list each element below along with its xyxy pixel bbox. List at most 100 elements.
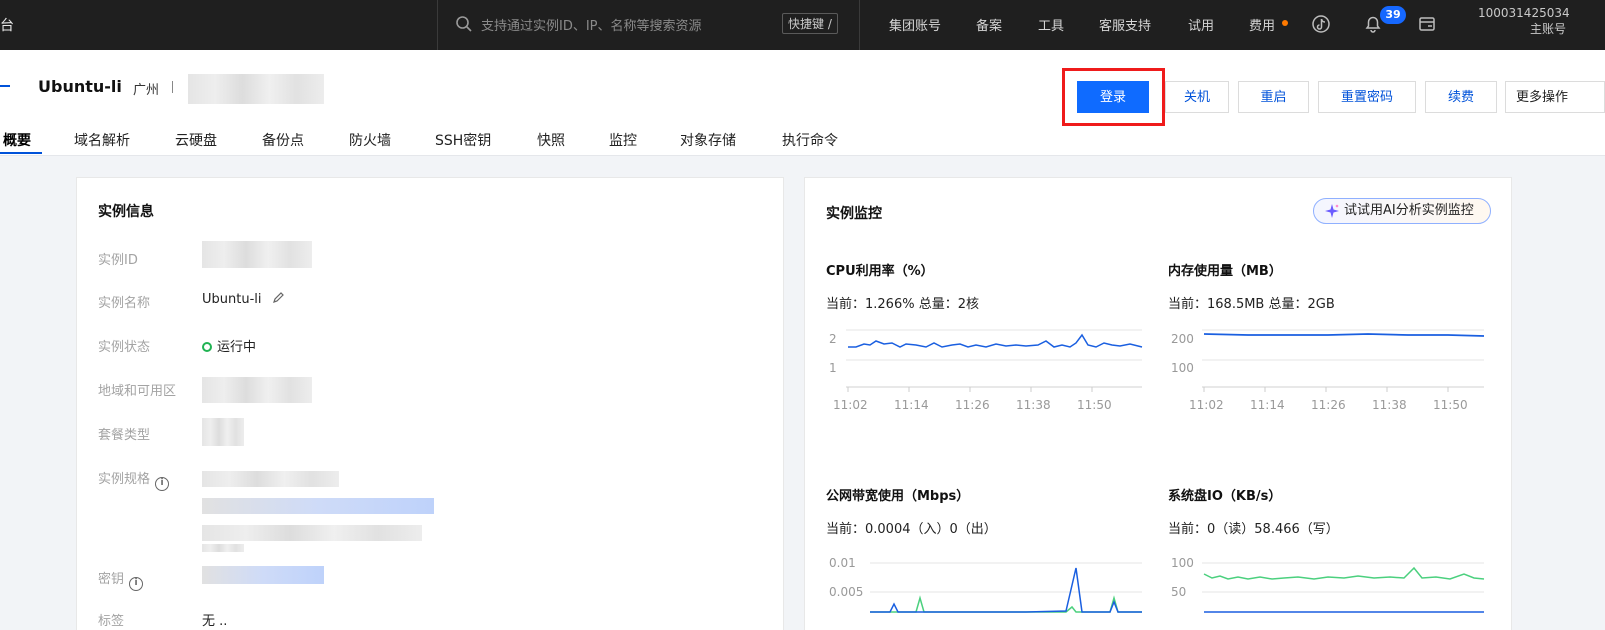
info-icon[interactable]: i (129, 577, 144, 591)
memory-chart[interactable]: 200 100 11:02 11:14 11:26 11:38 11:50 (1168, 323, 1488, 418)
instance-monitor-title: 实例监控 (826, 206, 882, 222)
x-tick-marks (847, 387, 1093, 392)
disk-io-chart-title: 系统盘IO（KB/s） (1168, 489, 1282, 504)
renew-button[interactable]: 续费 (1425, 81, 1497, 113)
bandwidth-chart[interactable]: 0.01 0.005 (826, 550, 1146, 615)
search-input[interactable]: 支持通过实例ID、IP、名称等搜索资源 (481, 15, 702, 34)
back-arrow-icon[interactable] (0, 85, 10, 87)
y-tick: 100 (1171, 361, 1194, 375)
nav-filing[interactable]: 备案 (976, 15, 1002, 34)
cpu-series-line (848, 333, 1143, 348)
label-instance-id: 实例ID (98, 253, 138, 268)
label-plan: 套餐类型 (98, 428, 151, 443)
instance-region: 广州 (133, 83, 160, 98)
label-zone: 地域和可用区 (98, 384, 177, 399)
redacted-zone (202, 377, 312, 403)
x-tick: 11:50 (1077, 398, 1112, 412)
divider (437, 0, 438, 50)
instance-status-value: 运行中 (202, 336, 256, 355)
y-tick: 50 (1171, 585, 1186, 599)
bandwidth-chart-title: 公网带宽使用（Mbps） (826, 489, 970, 504)
y-tick: 200 (1171, 332, 1194, 346)
y-tick: 0.005 (829, 585, 863, 599)
shutdown-button[interactable]: 关机 (1165, 81, 1229, 113)
billing-dot-icon (1282, 20, 1288, 26)
nav-tools[interactable]: 工具 (1038, 15, 1064, 34)
message-center-icon[interactable] (1416, 13, 1438, 35)
divider (859, 0, 860, 50)
tab-run-command[interactable]: 执行命令 (782, 130, 838, 150)
y-tick: 100 (1171, 556, 1194, 570)
memory-current: 当前：168.5MB 总量：2GB (1168, 297, 1335, 312)
edit-icon[interactable] (272, 292, 284, 304)
page-title: Ubuntu-li (38, 77, 122, 96)
x-tick: 11:14 (894, 398, 929, 412)
x-tick-marks (1203, 387, 1449, 392)
instance-monitor-card: 实例监控 试试用AI分析实例监控 CPU利用率（%） 当前：1.266% 总量：… (804, 177, 1512, 630)
tab-snapshot[interactable]: 快照 (537, 130, 565, 150)
tab-firewall[interactable]: 防火墙 (349, 130, 391, 150)
reset-password-button[interactable]: 重置密码 (1318, 81, 1416, 113)
tab-ssh-key[interactable]: SSH密钥 (435, 130, 491, 150)
disk-io-chart[interactable]: 100 50 (1168, 550, 1488, 615)
x-tick: 11:14 (1250, 398, 1285, 412)
y-tick: 2 (829, 332, 837, 346)
redacted-instance-ip (188, 74, 324, 104)
y-tick: 0.01 (829, 556, 856, 570)
x-tick: 11:02 (1189, 398, 1224, 412)
tab-cloud-disk[interactable]: 云硬盘 (175, 130, 217, 150)
tab-object-storage[interactable]: 对象存储 (680, 130, 736, 150)
tab-overview[interactable]: 概要 (3, 130, 31, 150)
running-status-icon (202, 342, 212, 352)
redacted-key (202, 566, 324, 584)
tab-monitoring[interactable]: 监控 (609, 130, 637, 150)
login-highlight-annotation (1062, 68, 1165, 126)
memory-series-line (1203, 333, 1485, 337)
label-spec-text: 实例规格 (98, 472, 151, 487)
shortcut-hint: 快捷键 / (782, 13, 838, 34)
search-icon (456, 16, 472, 32)
instance-header: Ubuntu-li 广州 登录 关机 重启 重置密码 续费 更多操作 概要 域名… (0, 50, 1605, 156)
console-brand[interactable]: 台 (0, 15, 14, 35)
nav-billing[interactable]: 费用 (1249, 15, 1275, 34)
nav-support[interactable]: 客服支持 (1099, 15, 1151, 34)
global-search[interactable]: 支持通过实例ID、IP、名称等搜索资源 快捷键 / (455, 11, 845, 39)
disk-write-line (1203, 566, 1485, 580)
instance-name-value: Ubuntu-li (202, 292, 284, 307)
ai-analysis-button[interactable]: 试试用AI分析实例监控 (1313, 198, 1491, 224)
tab-backup[interactable]: 备份点 (262, 130, 304, 150)
info-icon[interactable]: i (155, 477, 170, 491)
nav-group-account[interactable]: 集团账号 (889, 15, 941, 34)
label-tags: 标签 (98, 614, 125, 629)
redacted-spec-line-3 (202, 525, 422, 541)
cpu-chart[interactable]: 2 1 11:02 11:14 11:26 11:38 11:50 (826, 323, 1146, 418)
redacted-spec-line-2 (202, 498, 434, 514)
ai-analysis-label: 试试用AI分析实例监控 (1344, 203, 1474, 218)
restart-button[interactable]: 重启 (1238, 81, 1309, 113)
x-tick: 11:38 (1372, 398, 1407, 412)
y-tick: 1 (829, 361, 837, 375)
memory-chart-title: 内存使用量（MB） (1168, 264, 1282, 279)
disk-io-current: 当前：0（读）58.466（写） (1168, 522, 1339, 537)
x-tick: 11:02 (833, 398, 868, 412)
account-id: 100031425034 (1478, 6, 1570, 20)
redacted-plan (202, 418, 244, 446)
more-actions-button[interactable]: 更多操作 (1505, 81, 1605, 113)
x-tick: 11:50 (1433, 398, 1468, 412)
top-navigation-bar: 台 支持通过实例ID、IP、名称等搜索资源 快捷键 / 集团账号 备案 工具 客… (0, 0, 1605, 50)
account-menu[interactable]: 100031425034 主账号 (1478, 5, 1605, 37)
instance-info-card: 实例信息 实例ID 实例名称 Ubuntu-li 实例状态 运行中 地域和可用区… (76, 177, 784, 630)
status-text: 运行中 (217, 340, 257, 355)
label-key-text: 密钥 (98, 572, 125, 587)
redacted-instance-id (202, 241, 312, 268)
x-tick: 11:38 (1016, 398, 1051, 412)
redacted-spec-line-1 (202, 471, 339, 487)
label-instance-name: 实例名称 (98, 296, 151, 311)
nav-trial[interactable]: 试用 (1188, 15, 1214, 34)
x-tick: 11:26 (955, 398, 990, 412)
instance-info-title: 实例信息 (98, 204, 154, 220)
instance-name-text: Ubuntu-li (202, 292, 262, 307)
tab-domain-resolution[interactable]: 域名解析 (74, 130, 130, 150)
label-instance-status: 实例状态 (98, 340, 151, 355)
tiktok-icon[interactable] (1310, 13, 1332, 35)
